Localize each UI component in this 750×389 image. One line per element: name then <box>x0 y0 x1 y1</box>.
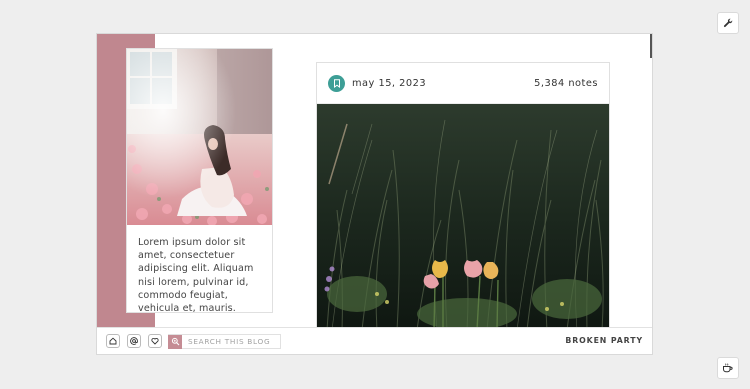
search-icon <box>171 337 179 346</box>
sidebar-scrollbar[interactable] <box>272 233 273 295</box>
post-header: may 15, 2023 5,384 notes <box>317 63 609 104</box>
ask-button[interactable] <box>127 334 141 348</box>
search-box[interactable] <box>168 334 281 349</box>
search-input[interactable] <box>182 335 278 348</box>
sidebar-photo <box>127 49 272 225</box>
bookmark-icon[interactable] <box>328 74 345 92</box>
scrollbar-thumb[interactable] <box>650 34 652 58</box>
heart-icon <box>151 338 159 345</box>
post-card: may 15, 2023 5,384 notes <box>316 62 610 328</box>
coffee-cup-icon <box>723 363 733 373</box>
wrench-icon <box>723 18 733 28</box>
home-button[interactable] <box>106 334 120 348</box>
blog-window: Lorem ipsum dolor sit amet, consectetuer… <box>96 33 653 355</box>
coffee-button[interactable] <box>717 357 739 379</box>
search-button[interactable] <box>168 334 182 349</box>
sidebar-description: Lorem ipsum dolor sit amet, consectetuer… <box>138 237 254 313</box>
sidebar-card: Lorem ipsum dolor sit amet, consectetuer… <box>126 48 273 313</box>
post-photo <box>317 104 609 327</box>
post-notes-count[interactable]: 5,384 notes <box>534 78 598 89</box>
likes-button[interactable] <box>148 334 162 348</box>
home-icon <box>109 337 117 345</box>
blog-title[interactable]: BROKEN PARTY <box>565 336 643 345</box>
settings-wrench-button[interactable] <box>717 12 739 34</box>
bottom-bar: BROKEN PARTY <box>97 327 652 354</box>
at-sign-icon <box>130 337 138 345</box>
post-date[interactable]: may 15, 2023 <box>352 78 426 89</box>
